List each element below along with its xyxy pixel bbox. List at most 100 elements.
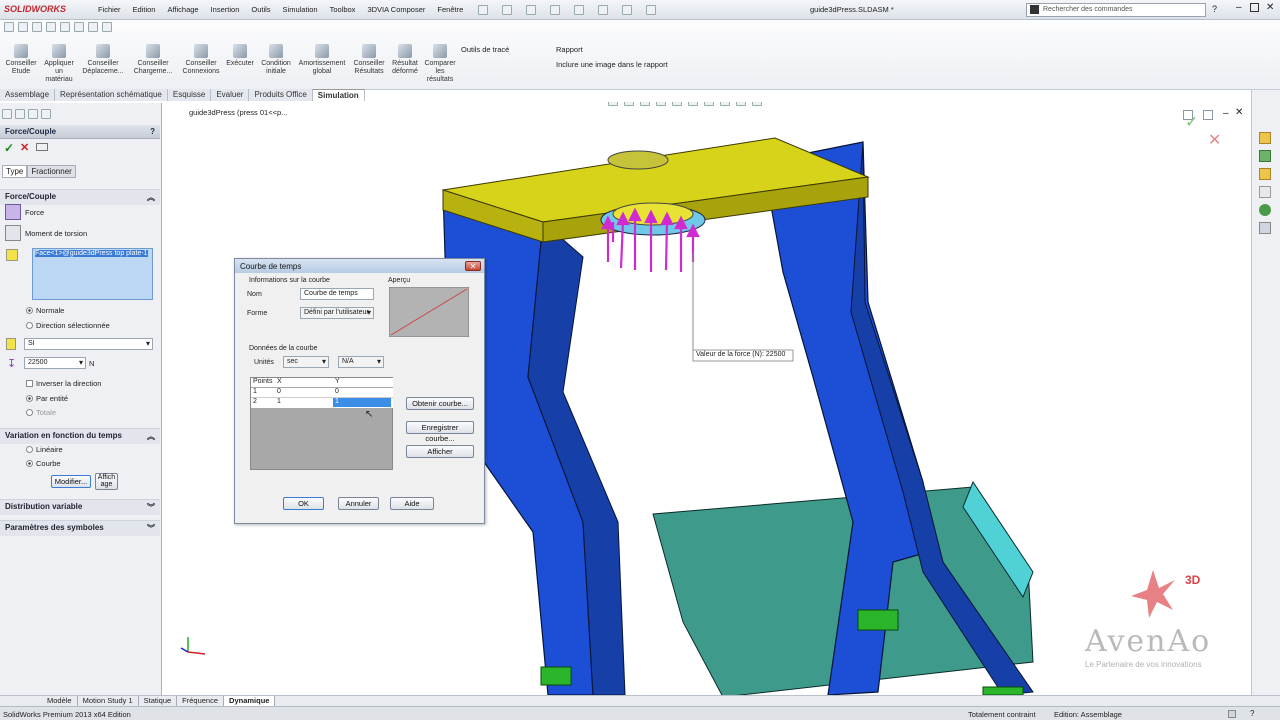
section-view-icon[interactable] [656,102,666,106]
ok-check-icon[interactable]: ✓ [4,141,14,155]
radio-direction[interactable]: Direction sélectionnée [26,321,110,330]
annuler-button[interactable]: Annuler [338,497,379,510]
study-advisor-button[interactable]: Conseiller Etude [3,44,39,76]
tab-simulation[interactable]: Simulation [312,89,365,101]
loads-advisor-button[interactable]: Conseiller Chargeme... [129,44,177,76]
run-button[interactable]: Exécuter [224,44,256,68]
obtenir-courbe-button[interactable]: Obtenir courbe... [406,397,474,410]
expand-chevron-icon[interactable]: ︾ [147,523,155,534]
dialog-close-icon[interactable]: ✕ [465,261,481,271]
torque-type-icon[interactable] [5,225,21,241]
tab-evaluer[interactable]: Evaluer [211,89,250,101]
menu-simulation[interactable]: Simulation [277,5,324,14]
tab-produits-office[interactable]: Produits Office [249,89,313,101]
menu-insertion[interactable]: Insertion [205,5,246,14]
aide-button[interactable]: Aide [390,497,434,510]
config-tab-icon[interactable] [28,109,38,119]
ok-button[interactable]: OK [283,497,324,510]
appearance-icon[interactable] [720,102,730,106]
undo-icon[interactable] [574,5,584,15]
fixtures-advisor-button[interactable]: Conseiller Déplaceme... [79,44,127,76]
quick-tool-icon[interactable] [4,22,14,32]
checkbox-inverser[interactable]: Inverser la direction [26,379,101,388]
quick-tool-icon[interactable] [88,22,98,32]
forme-select[interactable]: Défini par l'utilisateur [300,307,374,319]
print-icon[interactable] [550,5,560,15]
quick-tool-icon[interactable] [102,22,112,32]
property-tab-icon[interactable] [15,109,25,119]
curve-data-table[interactable]: Points X Y 1 0 0 2 1 1 [250,377,393,470]
custom-props-tab-icon[interactable] [1259,222,1271,234]
subtab-fractionner[interactable]: Fractionner [27,165,76,178]
tab-representation[interactable]: Représentation schématique [55,89,168,101]
unit-y-select[interactable]: N/A [338,356,384,368]
unit-x-select[interactable]: sec [283,356,329,368]
radio-dot[interactable] [26,395,33,402]
table-row[interactable]: 2 1 1 [251,398,393,408]
view-minimize-icon[interactable]: – [1223,108,1229,119]
radio-dot[interactable] [26,307,33,314]
view-orientation-icon[interactable] [672,102,682,106]
help-icon[interactable]: ? [1212,4,1217,14]
quick-tool-icon[interactable] [60,22,70,32]
menu-fenetre[interactable]: Fenêtre [431,5,469,14]
enregistrer-courbe-button[interactable]: Enregistrer courbe... [406,421,474,443]
radio-dot[interactable] [26,322,33,329]
appearance-tab-icon[interactable] [41,109,51,119]
options-icon[interactable] [646,5,656,15]
new-doc-icon[interactable] [478,5,488,15]
radio-dot[interactable] [26,446,33,453]
tab-assemblage[interactable]: Assemblage [0,89,56,101]
zoom-area-icon[interactable] [624,102,634,106]
afficher-button[interactable]: Affich age [95,473,118,490]
results-advisor-button[interactable]: Conseiller Résultats [351,44,387,76]
force-value-input[interactable]: 22500 [24,357,86,369]
maximize-icon[interactable] [1250,3,1259,12]
menu-3dvia[interactable]: 3DVIA Composer [361,5,431,14]
view-palette-tab-icon[interactable] [1259,186,1271,198]
close-icon[interactable]: ✕ [1266,2,1274,13]
display-style-icon[interactable] [688,102,698,106]
save-icon[interactable] [526,5,536,15]
tab-frequence[interactable]: Fréquence [177,696,225,706]
quick-tool-icon[interactable] [46,22,56,32]
table-row[interactable]: 1 0 0 [251,388,393,398]
view-split-icon[interactable] [1203,110,1213,120]
cancel-corner-icon[interactable]: ✕ [1208,130,1221,150]
tab-esquisse[interactable]: Esquisse [167,89,212,101]
collapse-chevron-icon[interactable]: ︽ [147,192,155,203]
radio-totale[interactable]: Totale [26,408,56,417]
confirm-corner-icon[interactable]: ✓ [1185,112,1198,132]
modifier-button[interactable]: Modifier... [51,475,91,488]
apply-material-button[interactable]: Appliquer un matériau [41,44,77,84]
radio-normale[interactable]: Normale [26,306,64,315]
search-input[interactable]: Rechercher des commandes [1026,3,1206,17]
appearances-tab-icon[interactable] [1259,204,1271,216]
status-rebuild-icon[interactable] [1228,710,1236,718]
compare-results-button[interactable]: Comparer les résultats [423,44,457,84]
tab-modele[interactable]: Modèle [42,696,78,706]
feature-tree-tab-icon[interactable] [2,109,12,119]
select-icon[interactable] [598,5,608,15]
face-selection-list[interactable]: Face<1>@guide3dPress top plate-1 [32,248,153,300]
menu-outils[interactable]: Outils [245,5,276,14]
tab-statique[interactable]: Statique [139,696,178,706]
menu-toolbox[interactable]: Toolbox [324,5,362,14]
table-cell-editing[interactable]: 1 [333,398,391,407]
hide-show-icon[interactable] [704,102,714,106]
initial-condition-button[interactable]: Condition initiale [258,44,294,76]
tab-motion-study[interactable]: Motion Study 1 [78,696,139,706]
include-image-button[interactable]: Inclure une image dans le rapport [556,60,668,69]
quick-tool-icon[interactable] [32,22,42,32]
open-icon[interactable] [502,5,512,15]
radio-lineaire[interactable]: Linéaire [26,445,63,454]
global-damping-button[interactable]: Amortissement global [296,44,348,76]
nom-input[interactable]: Courbe de temps [300,288,374,300]
quick-tool-icon[interactable] [18,22,28,32]
view-settings-icon[interactable] [752,102,762,106]
tab-dynamique[interactable]: Dynamique [224,696,276,706]
menu-affichage[interactable]: Affichage [161,5,204,14]
connections-advisor-button[interactable]: Conseiller Connexions [179,44,223,76]
radio-dot[interactable] [26,409,33,416]
afficher-dialog-button[interactable]: Afficher [406,445,474,458]
